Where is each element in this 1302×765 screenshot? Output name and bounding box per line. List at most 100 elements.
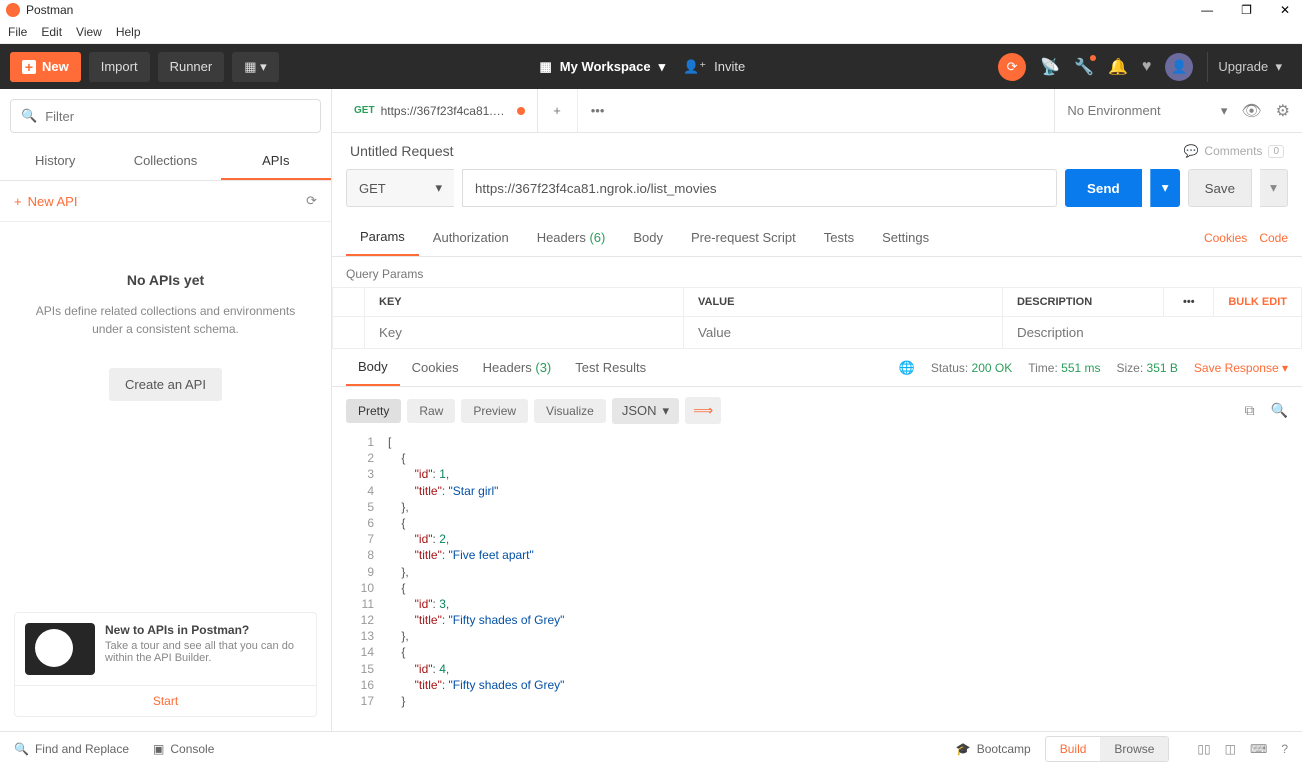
plus-icon: + (14, 194, 22, 209)
two-pane-icon[interactable]: ▯▯ (1197, 742, 1210, 756)
menu-edit[interactable]: Edit (41, 25, 62, 39)
th-value: VALUE (683, 288, 1002, 317)
settings-icon[interactable]: ⚙ (1276, 101, 1290, 121)
environment-selector[interactable]: No Environment▾ (1067, 103, 1227, 119)
tour-start-button[interactable]: Start (15, 685, 316, 716)
avatar-icon[interactable]: 👤 (1165, 53, 1193, 81)
invite-button[interactable]: 👤⁺ Invite (683, 59, 745, 75)
menubar: File Edit View Help (0, 20, 1302, 44)
th-key: KEY (365, 288, 684, 317)
format-selector[interactable]: JSON ▾ (612, 398, 679, 424)
comments-button[interactable]: 💬 Comments 0 (1183, 144, 1284, 158)
reqtab-prerequest[interactable]: Pre-request Script (677, 220, 810, 255)
chevron-down-icon: ▾ (1221, 103, 1228, 119)
request-name[interactable]: Untitled Request (350, 143, 454, 159)
send-button[interactable]: Send (1065, 169, 1142, 207)
code-link[interactable]: Code (1259, 231, 1288, 245)
reqtab-authorization[interactable]: Authorization (419, 220, 523, 255)
tour-text: Take a tour and see all that you can do … (105, 640, 294, 664)
sidebar: 🔍 History Collections APIs +New API ⟳ No… (0, 89, 332, 731)
reqtab-params[interactable]: Params (346, 219, 419, 256)
request-tab[interactable]: GET https://367f23f4ca81.ngrok.io/li... (342, 89, 538, 132)
view-preview[interactable]: Preview (461, 399, 528, 423)
query-params-label: Query Params (332, 257, 1302, 287)
heart-icon[interactable]: ♥ (1142, 58, 1152, 76)
save-response-button[interactable]: Save Response ▾ (1194, 361, 1288, 375)
import-button[interactable]: Import (89, 52, 150, 82)
tab-history[interactable]: History (0, 143, 110, 180)
param-desc-input[interactable] (1017, 325, 1287, 340)
build-toggle[interactable]: Build (1046, 737, 1101, 761)
split-pane-icon[interactable]: ◫ (1225, 742, 1236, 756)
find-replace-button[interactable]: 🔍Find and Replace (14, 742, 129, 756)
tab-apis[interactable]: APIs (221, 143, 331, 180)
globe-icon[interactable]: 🌐 (899, 360, 915, 376)
chevron-down-icon: ▾ (435, 180, 442, 196)
reqtab-tests[interactable]: Tests (810, 220, 868, 255)
bootcamp-icon: 🎓 (956, 742, 971, 756)
reqtab-settings[interactable]: Settings (868, 220, 943, 255)
reqtab-body[interactable]: Body (619, 220, 677, 255)
notifications-icon[interactable]: 🔔 (1108, 57, 1128, 77)
whatsnew-icon[interactable]: 🔧 (1074, 57, 1094, 77)
new-button[interactable]: New (10, 52, 81, 82)
resptab-testresults[interactable]: Test Results (563, 350, 658, 385)
resptab-headers[interactable]: Headers (3) (471, 350, 564, 385)
keyboard-icon[interactable]: ⌨ (1250, 742, 1267, 756)
send-split-button[interactable]: ▾ (1150, 169, 1180, 207)
build-browse-toggle[interactable]: Build Browse (1045, 736, 1170, 762)
environment-quicklook-icon[interactable]: 👁 (1241, 101, 1261, 121)
browse-toggle[interactable]: Browse (1100, 737, 1168, 761)
bulk-edit-link[interactable]: Bulk Edit (1214, 288, 1302, 317)
url-input[interactable] (462, 169, 1057, 207)
open-tabs-button[interactable]: ▦ ▾ (232, 52, 278, 82)
menu-view[interactable]: View (76, 25, 102, 39)
tab-options-button[interactable]: ••• (578, 89, 618, 132)
cookies-link[interactable]: Cookies (1204, 231, 1247, 245)
upgrade-button[interactable]: Upgrade ▾ (1207, 52, 1292, 82)
reqtab-headers[interactable]: Headers (6) (523, 220, 620, 255)
save-split-button[interactable]: ▾ (1260, 169, 1288, 207)
sync-icon[interactable]: ⟳ (998, 53, 1026, 81)
view-pretty[interactable]: Pretty (346, 399, 401, 423)
search-icon: 🔍 (21, 108, 37, 124)
view-raw[interactable]: Raw (407, 399, 455, 423)
filter-box[interactable]: 🔍 (10, 99, 321, 133)
menu-help[interactable]: Help (116, 25, 141, 39)
runner-button[interactable]: Runner (158, 52, 225, 82)
tab-collections[interactable]: Collections (110, 143, 220, 180)
capture-icon[interactable]: 📡 (1040, 57, 1060, 77)
new-tab-button[interactable]: + (538, 89, 578, 132)
param-value-input[interactable] (698, 325, 988, 340)
chevron-down-icon: ▾ (663, 403, 670, 419)
resptab-cookies[interactable]: Cookies (400, 350, 471, 385)
person-plus-icon: 👤⁺ (683, 59, 706, 75)
search-icon[interactable]: 🔍 (1271, 402, 1288, 419)
copy-icon[interactable]: ⧉ (1245, 402, 1255, 419)
th-more-icon[interactable]: ••• (1164, 288, 1214, 317)
maximize-icon[interactable]: ❐ (1241, 3, 1252, 17)
save-button[interactable]: Save (1188, 169, 1252, 207)
param-key-input[interactable] (379, 325, 669, 340)
resptab-body[interactable]: Body (346, 349, 400, 386)
console-icon: ▣ (153, 742, 164, 756)
close-icon[interactable]: ✕ (1280, 3, 1290, 17)
unsaved-dot-icon (517, 107, 525, 115)
refresh-icon[interactable]: ⟳ (306, 193, 317, 209)
workspace-selector[interactable]: ▦ My Workspace ▾ (539, 59, 665, 75)
filter-input[interactable] (45, 109, 310, 124)
bootcamp-button[interactable]: 🎓Bootcamp (956, 742, 1031, 756)
th-description: DESCRIPTION (1002, 288, 1163, 317)
wrap-lines-icon[interactable]: ⟹ (685, 397, 721, 424)
help-icon[interactable]: ? (1281, 742, 1288, 756)
view-visualize[interactable]: Visualize (534, 399, 606, 423)
menu-file[interactable]: File (8, 25, 27, 39)
create-api-button[interactable]: Create an API (109, 368, 222, 401)
response-body[interactable]: 1[2 {3 "id": 1,4 "title": "Star girl"5 }… (332, 434, 1302, 731)
chevron-down-icon: ▾ (659, 59, 666, 75)
request-tabbar: GET https://367f23f4ca81.ngrok.io/li... … (332, 89, 1302, 133)
method-selector[interactable]: GET▾ (346, 169, 454, 207)
console-button[interactable]: ▣Console (153, 742, 214, 756)
minimize-icon[interactable]: — (1201, 3, 1213, 17)
new-api-button[interactable]: +New API (14, 194, 77, 209)
